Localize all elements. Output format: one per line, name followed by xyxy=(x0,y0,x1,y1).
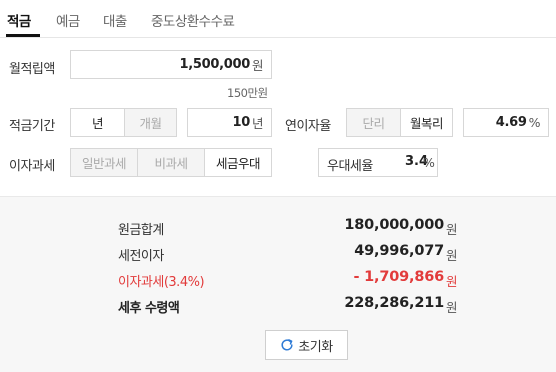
period-month-option[interactable]: 개월 xyxy=(124,108,177,137)
reset-button-label: 초기화 xyxy=(298,339,333,355)
principal-total-value: 180,000,000 xyxy=(344,217,444,233)
period-unit: 년 xyxy=(251,116,264,131)
period-year-option[interactable]: 년 xyxy=(70,108,125,137)
preferential-rate-label: 우대세율 xyxy=(327,159,373,174)
tax-label: 이자과세 xyxy=(9,159,55,174)
period-input[interactable]: 10 년 xyxy=(187,108,272,137)
interest-tax-unit: 원 xyxy=(446,274,458,289)
net-amount-unit: 원 xyxy=(446,300,458,315)
tab-loan[interactable]: 대출 xyxy=(103,10,127,30)
interest-rate-label: 연이자율 xyxy=(285,119,331,134)
principal-total-label: 원금합계 xyxy=(118,223,164,238)
preferential-rate-unit: % xyxy=(423,155,435,170)
interest-tax-label: 이자과세(3.4%) xyxy=(118,275,205,290)
pretax-interest-value: 49,996,077 xyxy=(354,243,444,259)
net-amount-label: 세후 수령액 xyxy=(118,301,180,316)
preferential-rate-box[interactable]: 우대세율 3.4 % xyxy=(318,148,438,177)
refresh-icon xyxy=(281,339,293,351)
monthly-amount-value: 1,500,000 xyxy=(179,57,250,72)
interest-rate-value: 4.69 xyxy=(495,115,527,130)
tax-general-option[interactable]: 일반과세 xyxy=(70,148,138,177)
period-label: 적금기간 xyxy=(9,119,55,134)
tab-deposit[interactable]: 예금 xyxy=(56,10,80,30)
tab-savings[interactable]: 적금 xyxy=(7,10,31,30)
calculator-tabs: 적금 예금 대출 중도상환수수료 xyxy=(0,0,556,38)
active-tab-indicator xyxy=(6,34,40,37)
interest-tax-value: - 1,709,866 xyxy=(353,269,444,285)
simple-interest-option[interactable]: 단리 xyxy=(346,108,401,137)
tax-preferential-option[interactable]: 세금우대 xyxy=(204,148,272,177)
net-amount-value: 228,286,211 xyxy=(344,295,444,311)
principal-total-unit: 원 xyxy=(446,222,458,237)
reset-button[interactable]: 초기화 xyxy=(265,330,348,360)
monthly-amount-unit: 원 xyxy=(251,58,264,73)
period-value: 10 xyxy=(232,115,250,130)
interest-rate-unit: % xyxy=(528,115,541,130)
monthly-amount-hint: 150만원 xyxy=(227,86,268,100)
pretax-interest-label: 세전이자 xyxy=(118,249,164,264)
interest-rate-input[interactable]: 4.69 % xyxy=(463,108,549,137)
tax-exempt-option[interactable]: 비과세 xyxy=(137,148,205,177)
pretax-interest-unit: 원 xyxy=(446,248,458,263)
monthly-amount-input[interactable]: 1,500,000 원 xyxy=(70,50,272,79)
monthly-amount-label: 월적립액 xyxy=(9,62,55,77)
monthly-compound-option[interactable]: 월복리 xyxy=(400,108,453,137)
tab-prepayment-fee[interactable]: 중도상환수수료 xyxy=(151,10,235,30)
